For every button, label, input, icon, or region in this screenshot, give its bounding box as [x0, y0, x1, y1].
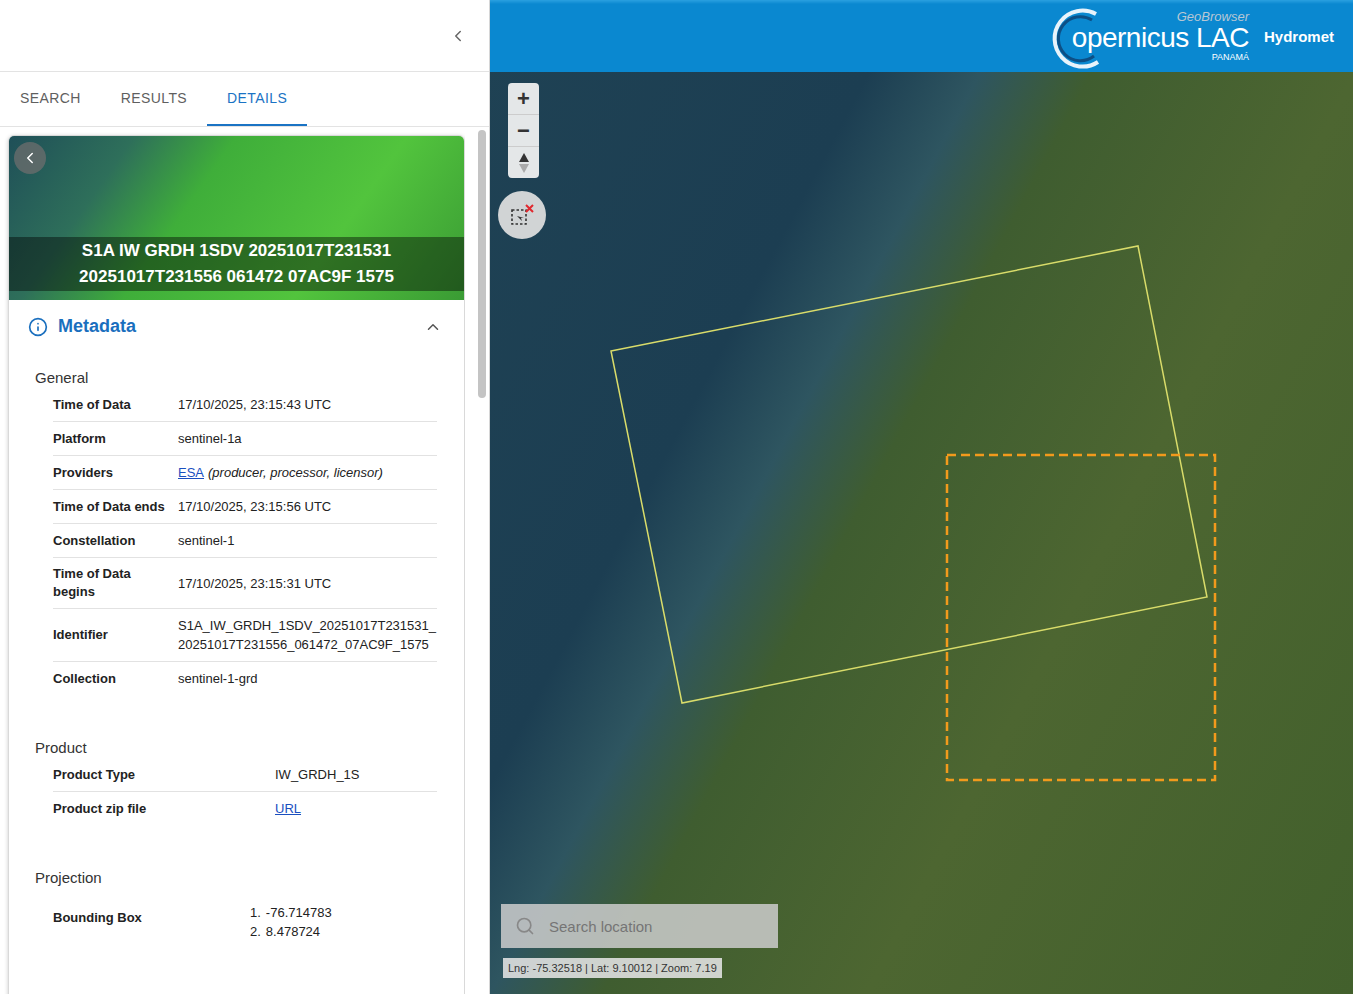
group-rows: Product TypeIW_GRDH_1SProduct zip fileUR…: [53, 758, 437, 825]
collapse-chevron-icon[interactable]: [449, 27, 467, 45]
row-value: sentinel-1: [178, 531, 437, 550]
row-value: IW_GRDH_1S: [275, 765, 437, 784]
tab[interactable]: SEARCH: [0, 72, 101, 126]
metadata-group: Projection Bounding Box1. -76.714783 2. 8.47…: [9, 825, 464, 948]
row-label: Product Type: [53, 766, 275, 784]
list-item: 2. 8.478724: [250, 922, 437, 941]
metadata-row: Platformsentinel-1a: [53, 422, 437, 456]
row-value: 17/10/2025, 23:15:43 UTC: [178, 395, 437, 414]
list-value: -76.714783: [266, 903, 332, 922]
search-input[interactable]: [547, 917, 764, 936]
metadata-group: GeneralTime of Data17/10/2025, 23:15:43 …: [9, 351, 464, 695]
location-search: [501, 904, 778, 948]
provider-link[interactable]: ESA: [178, 465, 204, 480]
row-value: 17/10/2025, 23:15:56 UTC: [178, 497, 437, 516]
metadata-row: Collectionsentinel-1-grd: [53, 662, 437, 695]
title-line: S1A IW GRDH 1SDV 20251017T231531: [82, 238, 391, 264]
title-line: 20251017T231556 061472 07AC9F 1575: [79, 264, 394, 290]
brand-sub: GeoBrowser: [1177, 10, 1249, 24]
brand-name: opernicus LAC: [1072, 24, 1249, 52]
app-name: Hydromet: [1264, 28, 1334, 45]
row-label: Collection: [53, 670, 178, 688]
row-label: Platform: [53, 430, 178, 448]
list-marker: 1.: [250, 903, 261, 922]
row-label: Providers: [53, 464, 178, 482]
row-label: Bounding Box: [53, 909, 250, 927]
metadata-row: Time of Data begins17/10/2025, 23:15:31 …: [53, 558, 437, 609]
scrollbar[interactable]: [476, 127, 488, 994]
product-thumbnail: S1A IW GRDH 1SDV 20251017T23153120251017…: [9, 136, 464, 300]
details-content: S1A IW GRDH 1SDV 20251017T23153120251017…: [0, 127, 489, 994]
zoom-out-button[interactable]: −: [508, 115, 539, 147]
scrollbar-thumb[interactable]: [478, 130, 486, 398]
row-label: Time of Data begins: [53, 565, 178, 601]
row-value: 17/10/2025, 23:15:31 UTC: [178, 574, 437, 593]
row-label: Time of Data: [53, 396, 178, 414]
metadata-title: Metadata: [58, 316, 414, 337]
logo-arc-icon: [1048, 4, 1108, 70]
panel-header: [0, 0, 489, 72]
metadata-row: Constellationsentinel-1: [53, 524, 437, 558]
search-icon: [515, 916, 535, 936]
cursor-status: Lng: -75.32518 | Lat: 9.10012 | Zoom: 7.…: [503, 958, 722, 978]
clear-selection-button[interactable]: [498, 191, 546, 239]
download-link[interactable]: URL: [275, 801, 301, 816]
list-item: 1. -76.714783: [250, 903, 437, 922]
metadata-header[interactable]: Metadata: [9, 300, 464, 351]
app: SEARCHRESULTSDETAILS S1A IW GRDH 1SDV 202…: [0, 0, 1353, 994]
metadata-group: ProductProduct TypeIW_GRDH_1SProduct zip…: [9, 695, 464, 825]
group-title: Projection: [9, 869, 437, 888]
collapse-chevron-icon[interactable]: [424, 318, 442, 336]
metadata-row: Time of Data ends17/10/2025, 23:15:56 UT…: [53, 490, 437, 524]
scene-footprint[interactable]: [611, 246, 1207, 703]
group-rows: Bounding Box1. -76.714783 2. 8.478724: [53, 888, 437, 948]
map[interactable]: GeoBrowseropernicus LACPANAMÁ Hydromet +− L…: [490, 0, 1353, 994]
tab[interactable]: RESULTS: [101, 72, 207, 126]
zoom-controls: +−: [508, 83, 539, 178]
side-panel: SEARCHRESULTSDETAILS S1A IW GRDH 1SDV 202…: [0, 0, 490, 994]
row-label: Constellation: [53, 532, 178, 550]
row-value: URL: [275, 799, 437, 818]
footprint-overlay: [490, 0, 1353, 994]
metadata-row: Product TypeIW_GRDH_1S: [53, 758, 437, 792]
value-list: 1. -76.714783 2. 8.478724: [250, 895, 437, 941]
back-chevron-icon: [21, 149, 39, 167]
list-value: 8.478724: [266, 922, 320, 941]
row-value: sentinel-1-grd: [178, 669, 437, 688]
row-label: Time of Data ends: [53, 498, 178, 516]
metadata-row: Time of Data17/10/2025, 23:15:43 UTC: [53, 388, 437, 422]
row-label: Identifier: [53, 626, 178, 644]
metadata-row: Product zip fileURL: [53, 792, 437, 825]
area-of-interest[interactable]: [947, 455, 1215, 780]
clear-selection-icon: [509, 202, 535, 228]
metadata-row: ProvidersESA (producer, processor, licens…: [53, 456, 437, 490]
brand-logo: GeoBrowseropernicus LACPANAMÁ: [1048, 10, 1249, 62]
tab-bar: SEARCHRESULTSDETAILS: [0, 72, 489, 127]
group-title: Product: [9, 739, 437, 758]
brand-text: GeoBrowseropernicus LACPANAMÁ: [1072, 10, 1249, 62]
info-icon: [28, 317, 48, 337]
group-rows: Time of Data17/10/2025, 23:15:43 UTCPlat…: [53, 388, 437, 695]
provider-note: (producer, processor, licensor): [208, 465, 383, 480]
brand-region: PANAMÁ: [1212, 52, 1249, 62]
metadata-row: Bounding Box1. -76.714783 2. 8.478724: [53, 888, 437, 948]
compass-button[interactable]: [508, 147, 539, 178]
group-title: General: [9, 369, 437, 388]
row-label: Product zip file: [53, 800, 275, 818]
tab[interactable]: DETAILS: [207, 72, 307, 126]
top-bar: GeoBrowseropernicus LACPANAMÁ Hydromet: [490, 0, 1353, 72]
row-value: S1A_IW_GRDH_1SDV_20251017T231531_2025101…: [178, 616, 437, 654]
list-marker: 2.: [250, 922, 261, 941]
row-value: ESA (producer, processor, licensor): [178, 463, 437, 482]
metadata-row: IdentifierS1A_IW_GRDH_1SDV_20251017T2315…: [53, 609, 437, 662]
back-button[interactable]: [14, 142, 46, 174]
compass-icon: [518, 152, 530, 174]
zoom-in-button[interactable]: +: [508, 83, 539, 115]
row-value: sentinel-1a: [178, 429, 437, 448]
details-column: S1A IW GRDH 1SDV 20251017T23153120251017…: [0, 127, 465, 994]
product-title: S1A IW GRDH 1SDV 20251017T23153120251017…: [9, 237, 464, 291]
product-card: S1A IW GRDH 1SDV 20251017T23153120251017…: [8, 135, 465, 994]
